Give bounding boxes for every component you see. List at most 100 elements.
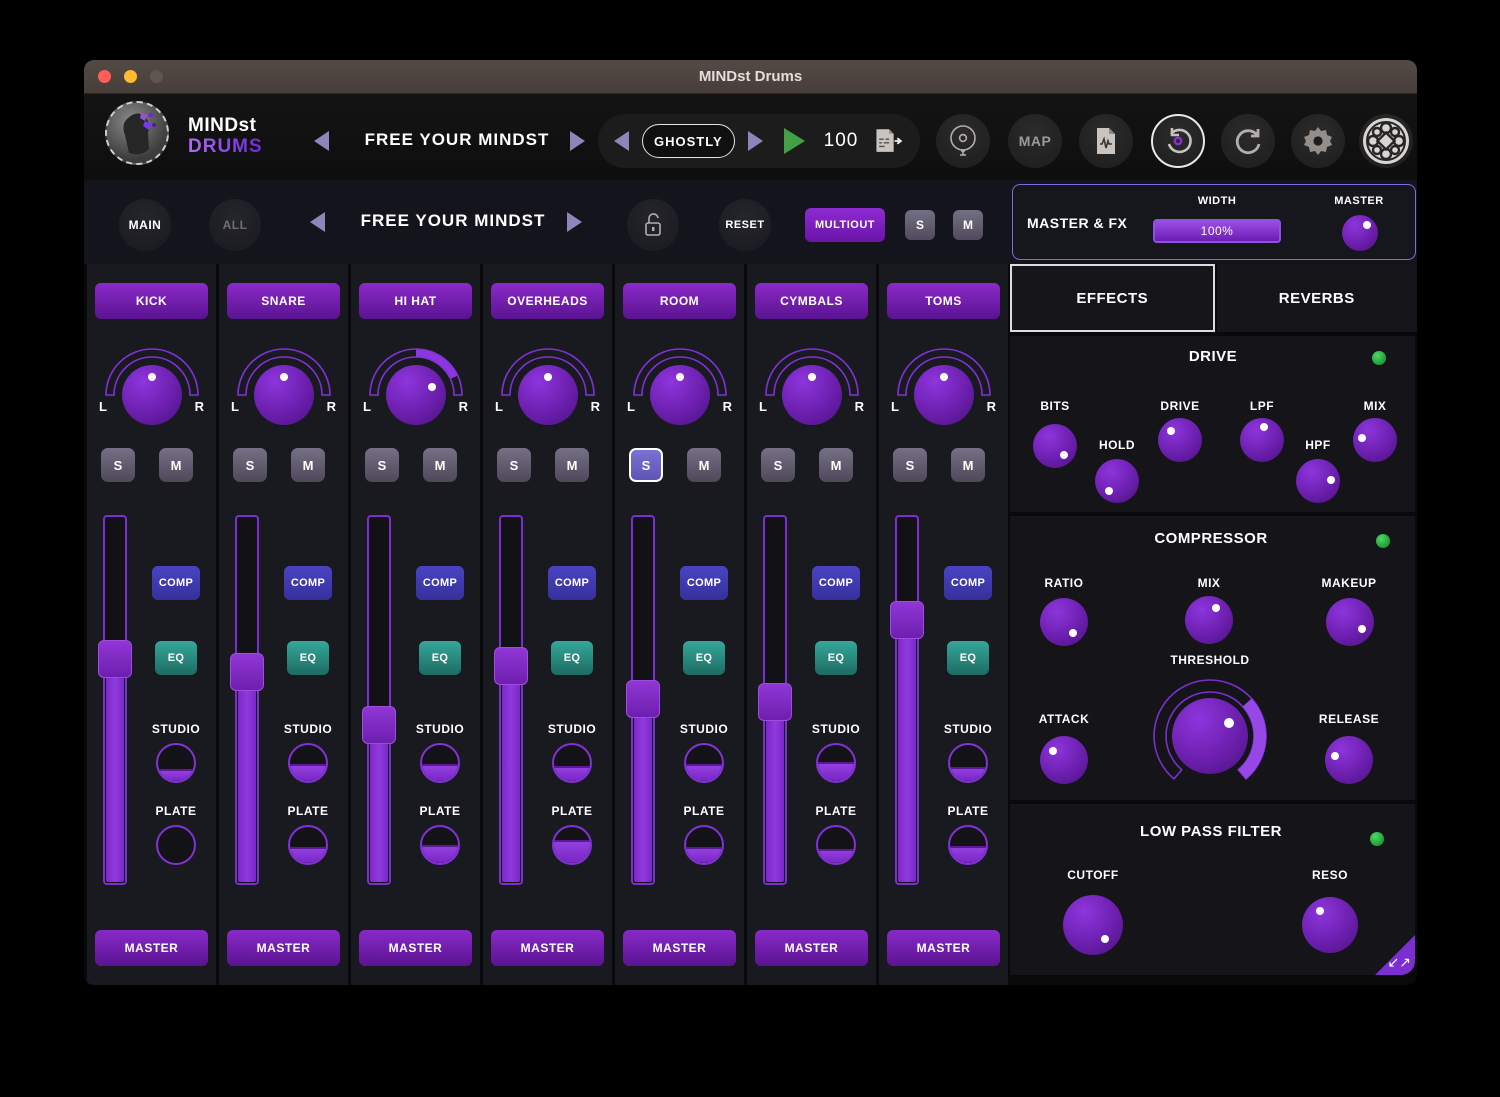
plate-send-knob[interactable] [156,825,196,865]
fader-thumb[interactable] [230,653,264,691]
lpf-knob[interactable] [1240,418,1284,462]
solo-button[interactable]: S [497,448,531,482]
channel-master-button[interactable]: MASTER [623,930,736,966]
fader-thumb[interactable] [890,601,924,639]
mute-button[interactable]: M [687,448,721,482]
volume-fader[interactable] [235,515,259,885]
channel-name-button[interactable]: KICK [95,283,208,319]
all-button[interactable]: ALL [209,199,261,251]
mute-button[interactable]: M [423,448,457,482]
kit-next-button[interactable] [748,131,763,151]
plate-send-knob[interactable] [552,825,592,865]
studio-send-knob[interactable] [420,743,460,783]
mute-button[interactable]: M [291,448,325,482]
volume-fader[interactable] [631,515,655,885]
audio-file-icon-button[interactable] [1079,114,1133,168]
pan-knob[interactable] [650,365,710,425]
pan-knob[interactable] [914,365,974,425]
lpf-led[interactable] [1370,832,1384,846]
channel-name-button[interactable]: CYMBALS [755,283,868,319]
tab-effects[interactable]: EFFECTS [1010,264,1215,332]
kit-select-button[interactable]: GHOSTLY [642,124,735,158]
eq-button[interactable]: EQ [155,641,197,675]
volume-fader[interactable] [895,515,919,885]
fader-thumb[interactable] [626,680,660,718]
channel-master-button[interactable]: MASTER [227,930,340,966]
comp-button[interactable]: COMP [416,566,464,600]
redo-button[interactable] [1221,114,1275,168]
cutoff-knob[interactable] [1063,895,1123,955]
toolbar-preset-prev-button[interactable] [310,212,325,232]
drum-icon-button[interactable] [936,114,990,168]
preset-prev-button[interactable] [314,131,329,151]
volume-fader[interactable] [763,515,787,885]
release-knob[interactable] [1325,736,1373,784]
hold-knob[interactable] [1095,459,1139,503]
fader-thumb[interactable] [362,706,396,744]
channel-master-button[interactable]: MASTER [359,930,472,966]
mute-button[interactable]: M [951,448,985,482]
global-mute-button[interactable]: M [953,210,983,240]
undo-button[interactable] [1151,114,1205,168]
attack-knob[interactable] [1040,736,1088,784]
pan-knob[interactable] [782,365,842,425]
reso-knob[interactable] [1302,897,1358,953]
eq-button[interactable]: EQ [419,641,461,675]
studio-send-knob[interactable] [816,743,856,783]
settings-gear-button[interactable] [1291,114,1345,168]
pan-knob[interactable] [254,365,314,425]
mix-knob[interactable] [1353,418,1397,462]
channel-master-button[interactable]: MASTER [491,930,604,966]
channel-name-button[interactable]: OVERHEADS [491,283,604,319]
drive-led[interactable] [1372,351,1386,365]
plate-send-knob[interactable] [288,825,328,865]
main-button[interactable]: MAIN [119,199,171,251]
makeup-knob[interactable] [1326,598,1374,646]
multiout-button[interactable]: MULTIOUT [805,208,885,242]
channel-master-button[interactable]: MASTER [887,930,1000,966]
solo-button[interactable]: S [761,448,795,482]
plate-send-knob[interactable] [420,825,460,865]
play-button[interactable] [784,128,805,154]
studio-send-knob[interactable] [948,743,988,783]
pan-knob[interactable] [122,365,182,425]
eq-button[interactable]: EQ [287,641,329,675]
mute-button[interactable]: M [819,448,853,482]
midi-export-icon[interactable] [871,125,904,157]
channel-name-button[interactable]: ROOM [623,283,736,319]
resize-arrows-icon[interactable]: ↙↗ [1388,954,1411,971]
comp-mix-knob[interactable] [1185,596,1233,644]
bits-knob[interactable] [1033,424,1077,468]
compressor-led[interactable] [1376,534,1390,548]
volume-fader[interactable] [103,515,127,885]
plate-send-knob[interactable] [684,825,724,865]
lock-button[interactable] [627,199,679,251]
fader-thumb[interactable] [494,647,528,685]
plate-send-knob[interactable] [816,825,856,865]
channel-master-button[interactable]: MASTER [755,930,868,966]
comp-button[interactable]: COMP [284,566,332,600]
volume-fader[interactable] [499,515,523,885]
width-slider[interactable]: 100% [1153,219,1281,243]
volume-fader[interactable] [367,515,391,885]
eq-button[interactable]: EQ [815,641,857,675]
master-volume-knob[interactable] [1342,215,1378,251]
comp-button[interactable]: COMP [548,566,596,600]
pan-knob[interactable] [386,365,446,425]
comp-button[interactable]: COMP [152,566,200,600]
comp-button[interactable]: COMP [812,566,860,600]
hpf-knob[interactable] [1296,459,1340,503]
comp-button[interactable]: COMP [680,566,728,600]
channel-name-button[interactable]: SNARE [227,283,340,319]
solo-button[interactable]: S [893,448,927,482]
plate-send-knob[interactable] [948,825,988,865]
global-solo-button[interactable]: S [905,210,935,240]
studio-send-knob[interactable] [552,743,592,783]
reset-button[interactable]: RESET [719,199,771,251]
ratio-knob[interactable] [1040,598,1088,646]
channel-name-button[interactable]: TOMS [887,283,1000,319]
toolbar-preset-next-button[interactable] [567,212,582,232]
mute-button[interactable]: M [555,448,589,482]
channel-master-button[interactable]: MASTER [95,930,208,966]
pan-knob[interactable] [518,365,578,425]
